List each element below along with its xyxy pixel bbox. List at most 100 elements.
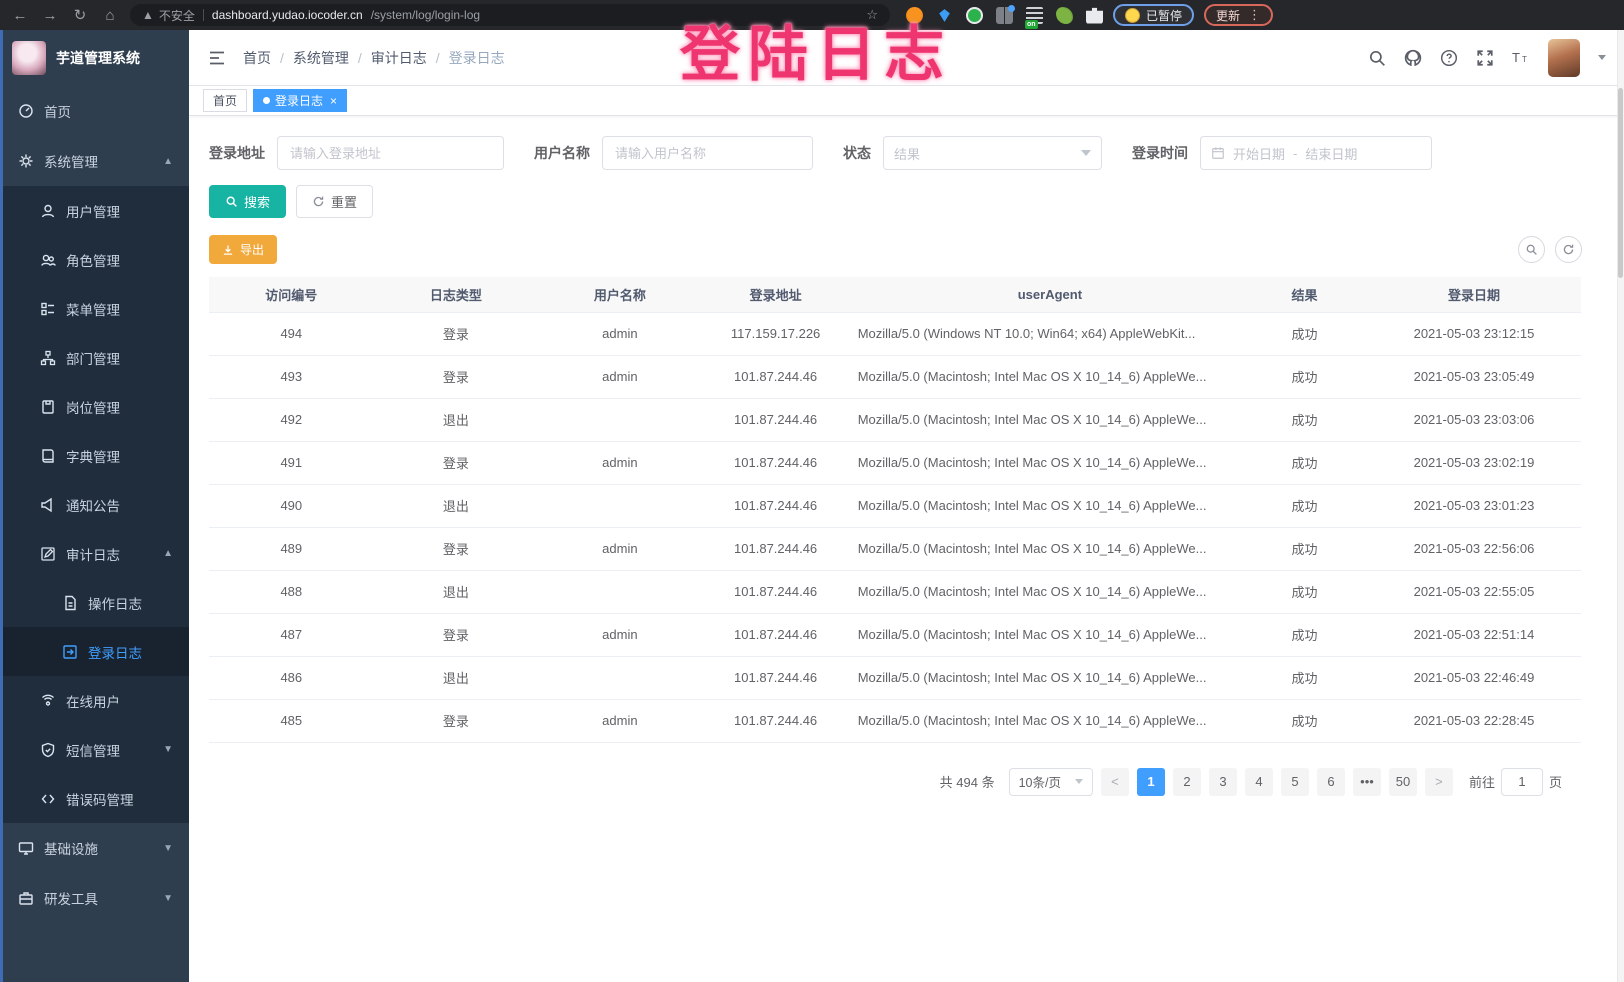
page-button-1[interactable]: 1 — [1137, 768, 1165, 796]
bookmark-star-icon[interactable]: ☆ — [866, 7, 878, 23]
sidebar-item-menu-mgmt[interactable]: 菜单管理 — [0, 284, 189, 333]
cell-id: 490 — [209, 484, 374, 527]
page-button-4[interactable]: 4 — [1245, 768, 1273, 796]
select-caret-icon — [1081, 150, 1091, 156]
date-range-picker[interactable]: 开始日期 - 结束日期 — [1200, 136, 1432, 170]
extension-gem-icon[interactable] — [936, 7, 953, 24]
status-select[interactable]: 结果 — [883, 136, 1102, 170]
breadcrumb-home[interactable]: 首页 — [243, 48, 271, 68]
pagination: 共 494 条 10条/页 < 1 2 3 4 5 6 ••• 50 > 前往 … — [209, 768, 1562, 816]
cell-date: 2021-05-03 23:03:06 — [1367, 398, 1581, 441]
cell-username: admin — [538, 441, 701, 484]
sidebar-item-login-log[interactable]: 登录日志 — [0, 627, 189, 676]
tag-login-log[interactable]: 登录日志 × — [253, 89, 347, 112]
tag-home[interactable]: 首页 — [203, 89, 247, 112]
username-input[interactable] — [602, 136, 813, 170]
browser-update-button[interactable]: 更新 ⋮ — [1204, 4, 1273, 26]
url-path: /system/log/login-log — [371, 8, 480, 22]
sidebar-item-notice[interactable]: 通知公告 — [0, 480, 189, 529]
search-button[interactable]: 搜索 — [209, 185, 286, 218]
sidebar-item-user-mgmt[interactable]: 用户管理 — [0, 186, 189, 235]
edit-log-icon — [40, 546, 56, 562]
sidebar-item-label: 在线用户 — [66, 691, 120, 711]
sidebar-item-error-code[interactable]: 错误码管理 — [0, 774, 189, 823]
sidebar-item-home[interactable]: 首页 — [0, 86, 189, 136]
help-icon[interactable] — [1440, 49, 1458, 67]
login-address-input[interactable] — [277, 136, 504, 170]
browser-back-button[interactable]: ← — [10, 8, 30, 23]
sidebar-item-dev-tools[interactable]: 研发工具 ▼ — [0, 873, 189, 923]
breadcrumb-audit[interactable]: 审计日志 — [371, 48, 427, 68]
sidebar-item-dept-mgmt[interactable]: 部门管理 — [0, 333, 189, 382]
document-icon — [62, 595, 78, 611]
fullscreen-icon[interactable] — [1476, 49, 1494, 67]
browser-reload-button[interactable]: ↻ — [70, 8, 90, 23]
extensions-puzzle-icon[interactable] — [1086, 7, 1103, 24]
sidebar-item-dict-mgmt[interactable]: 字典管理 — [0, 431, 189, 480]
sidebar-item-role-mgmt[interactable]: 角色管理 — [0, 235, 189, 284]
toggle-search-circle-button[interactable] — [1518, 236, 1545, 263]
extension-orange-icon[interactable] — [906, 7, 923, 24]
cell-log-type: 登录 — [374, 527, 539, 570]
prev-page-button[interactable]: < — [1101, 768, 1129, 796]
shield-icon — [40, 742, 56, 758]
sidebar-item-system[interactable]: 系统管理 ▲ — [0, 136, 189, 186]
page-ellipsis-button[interactable]: ••• — [1353, 768, 1381, 796]
users-icon — [40, 252, 56, 268]
username-label: 用户名称 — [534, 143, 590, 163]
sidebar-item-infra[interactable]: 基础设施 ▼ — [0, 823, 189, 873]
cell-useragent: Mozilla/5.0 (Macintosh; Intel Mac OS X 1… — [850, 484, 1242, 527]
sidebar-item-post-mgmt[interactable]: 岗位管理 — [0, 382, 189, 431]
extension-list-icon[interactable]: on — [1026, 7, 1043, 24]
browser-home-button[interactable]: ⌂ — [100, 8, 120, 23]
github-icon[interactable] — [1404, 49, 1422, 67]
page-button-3[interactable]: 3 — [1209, 768, 1237, 796]
reset-button[interactable]: 重置 — [296, 185, 373, 218]
extension-grid-icon[interactable] — [996, 7, 1013, 24]
extension-leaf-icon[interactable] — [1056, 7, 1073, 24]
table-row: 489登录admin101.87.244.46Mozilla/5.0 (Maci… — [209, 527, 1581, 570]
user-avatar[interactable] — [1548, 39, 1580, 77]
cell-username: admin — [538, 355, 701, 398]
app-logo[interactable]: 芋道管理系统 — [0, 30, 189, 86]
cell-log-type: 退出 — [374, 398, 539, 441]
next-page-button[interactable]: > — [1425, 768, 1453, 796]
cell-log-type: 登录 — [374, 441, 539, 484]
scrollbar-thumb[interactable] — [1618, 88, 1623, 278]
sidebar-item-audit-log[interactable]: 审计日志 ▲ — [0, 529, 189, 578]
extension-green-circle-icon[interactable] — [966, 7, 983, 24]
browser-menu-kebab-icon[interactable]: ⋮ — [1248, 7, 1261, 23]
page-button-6[interactable]: 6 — [1317, 768, 1345, 796]
browser-profile-chip[interactable]: 已暂停 — [1113, 4, 1194, 26]
browser-forward-button[interactable]: → — [40, 8, 60, 23]
address-bar[interactable]: ▲ 不安全 dashboard.yudao.iocoder.cn/system/… — [130, 4, 890, 26]
page-button-5[interactable]: 5 — [1281, 768, 1309, 796]
cell-address: 101.87.244.46 — [702, 570, 850, 613]
page-button-2[interactable]: 2 — [1173, 768, 1201, 796]
refresh-circle-button[interactable] — [1555, 236, 1582, 263]
font-size-icon[interactable]: TT — [1512, 49, 1530, 67]
sidebar-toggle-icon[interactable] — [207, 48, 227, 68]
cell-result: 成功 — [1242, 656, 1367, 699]
table-row: 487登录admin101.87.244.46Mozilla/5.0 (Maci… — [209, 613, 1581, 656]
export-button[interactable]: 导出 — [209, 235, 277, 264]
tag-close-icon[interactable]: × — [330, 94, 337, 108]
end-date-placeholder: 结束日期 — [1305, 144, 1357, 163]
col-header-useragent: userAgent — [850, 277, 1242, 312]
cell-result: 成功 — [1242, 613, 1367, 656]
avatar-caret-icon[interactable] — [1598, 55, 1606, 60]
sidebar-item-sms-mgmt[interactable]: 短信管理 ▼ — [0, 725, 189, 774]
cell-useragent: Mozilla/5.0 (Macintosh; Intel Mac OS X 1… — [850, 398, 1242, 441]
page-scrollbar[interactable] — [1617, 30, 1624, 982]
sidebar-item-online-users[interactable]: 在线用户 — [0, 676, 189, 725]
cell-address: 101.87.244.46 — [702, 441, 850, 484]
sidebar-item-operate-log[interactable]: 操作日志 — [0, 578, 189, 627]
not-secure-label: 不安全 — [159, 7, 195, 24]
search-icon[interactable] — [1368, 49, 1386, 67]
breadcrumb-system[interactable]: 系统管理 — [293, 48, 349, 68]
not-secure-warning[interactable]: ▲ 不安全 — [142, 7, 195, 24]
page-button-50[interactable]: 50 — [1389, 768, 1417, 796]
cell-log-type: 登录 — [374, 312, 539, 355]
goto-page-input[interactable] — [1501, 768, 1543, 796]
page-size-select[interactable]: 10条/页 — [1009, 768, 1093, 796]
